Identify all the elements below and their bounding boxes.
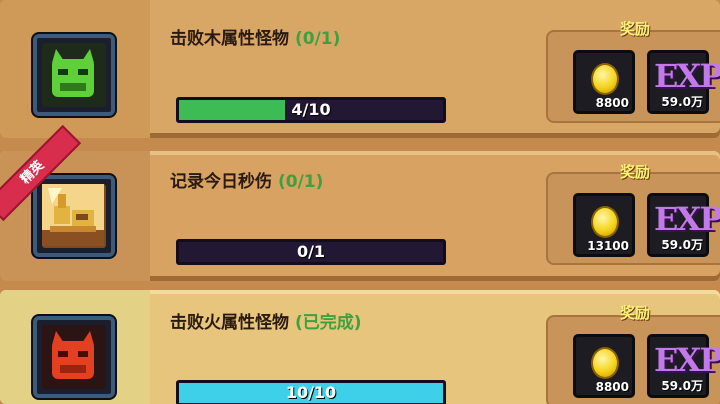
golden-knight-icon — [42, 184, 106, 248]
progress-text: 0/1 — [296, 242, 326, 261]
quest-card-2[interactable]: 击败火属性怪物 (已完成) 10/10 奖励 8800 EXP 59.0万 — [0, 290, 720, 404]
reward-label: 奖励 — [620, 163, 651, 181]
exp-reward-slot[interactable]: EXP 59.0万 — [647, 193, 720, 257]
progress-bar: 0/1 — [176, 239, 446, 265]
quest-title-text: 击败火属性怪物 — [170, 313, 289, 333]
quest-status: (已完成) — [295, 313, 362, 333]
coin-reward-slot[interactable]: 8800 — [573, 334, 635, 398]
exp-reward-slot[interactable]: EXP 59.0万 — [647, 334, 720, 398]
exp-amount: 59.0万 — [661, 95, 703, 109]
quest-icon-frame — [33, 316, 115, 398]
green-demon-icon — [42, 43, 106, 107]
quest-status: (0/1) — [278, 172, 324, 192]
quest-title: 击败火属性怪物 (已完成) — [170, 308, 362, 333]
coin-amount: 8800 — [595, 96, 629, 110]
quest-icon-area — [0, 290, 150, 404]
progress-text: 10/10 — [285, 383, 337, 402]
gold-coin-icon — [591, 347, 619, 379]
coin-amount: 13100 — [587, 239, 629, 253]
reward-label: 奖励 — [620, 20, 651, 38]
coin-reward-slot[interactable]: 8800 — [573, 50, 635, 114]
quest-icon-frame — [33, 175, 115, 257]
quest-card-0[interactable]: 击败木属性怪物 (0/1) 4/10 奖励 8800 EXP 59.0万 — [0, 0, 720, 138]
exp-icon: EXP — [654, 57, 720, 95]
gold-coin-icon — [591, 63, 619, 95]
reward-label: 奖励 — [620, 304, 651, 322]
exp-reward-slot[interactable]: EXP 59.0万 — [647, 50, 720, 114]
quest-status: (0/1) — [295, 29, 341, 49]
exp-amount: 59.0万 — [661, 379, 703, 393]
gold-coin-icon — [591, 206, 619, 238]
quest-icon-area — [0, 0, 150, 138]
quest-title: 击败木属性怪物 (0/1) — [170, 24, 340, 49]
exp-amount: 59.0万 — [661, 238, 703, 252]
quest-title-text: 击败木属性怪物 — [170, 29, 289, 49]
progress-text: 4/10 — [291, 100, 331, 119]
coin-reward-slot[interactable]: 13100 — [573, 193, 635, 257]
quest-icon-frame — [33, 34, 115, 116]
coin-amount: 8800 — [595, 380, 629, 394]
exp-icon: EXP — [654, 341, 720, 379]
exp-icon: EXP — [654, 200, 720, 238]
quest-title-text: 记录今日秒伤 — [170, 172, 272, 192]
quest-card-1[interactable]: 记录今日秒伤 (0/1) 0/1 奖励 13100 EXP 59.0万 — [0, 151, 720, 281]
progress-bar: 10/10 — [176, 380, 446, 404]
progress-bar: 4/10 — [176, 97, 446, 123]
red-demon-icon — [42, 325, 106, 389]
quest-title: 记录今日秒伤 (0/1) — [170, 167, 323, 192]
